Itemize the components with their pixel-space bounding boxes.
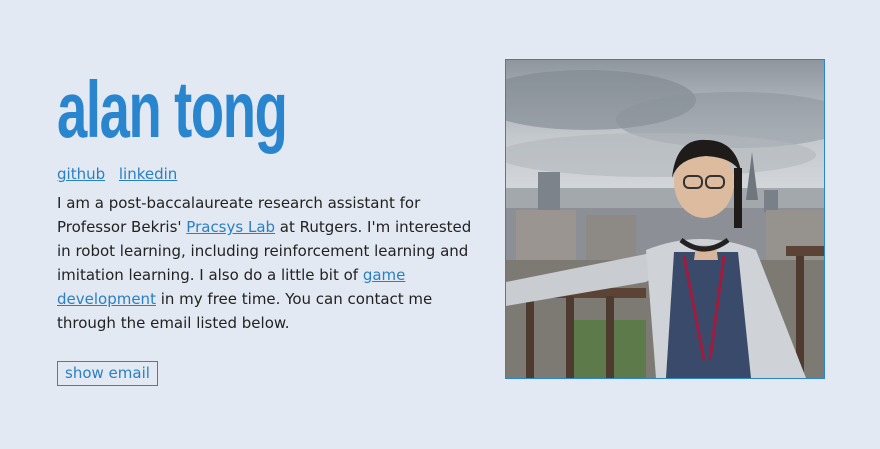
intro-section: alan tong github linkedin I am a post-ba… [57, 62, 487, 386]
pracsys-lab-link[interactable]: Pracsys Lab [186, 218, 275, 236]
bio-paragraph: I am a post-baccalaureate research assis… [57, 191, 482, 335]
profile-photo-image [506, 60, 824, 378]
github-link[interactable]: github [57, 165, 105, 183]
social-links: github linkedin [57, 164, 487, 184]
profile-photo [505, 59, 825, 379]
page: alan tong github linkedin I am a post-ba… [0, 0, 880, 449]
page-title: alan tong [57, 65, 288, 154]
linkedin-link[interactable]: linkedin [119, 165, 177, 183]
show-email-button[interactable]: show email [57, 361, 158, 386]
